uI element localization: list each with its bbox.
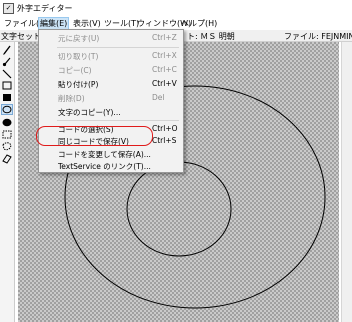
- menu-item-copy[interactable]: コピー(C) Ctrl+C: [39, 63, 183, 77]
- filled-rectangle-icon[interactable]: [1, 92, 13, 103]
- menu-view[interactable]: 表示(V): [71, 18, 103, 29]
- menu-bar: ファイル(F) 編集(E) 表示(V) ツール(T) ウィンドウ(W) ヘルプ(…: [0, 16, 352, 30]
- title-bar: ✓ 外字エディター: [0, 0, 352, 16]
- menu-item-cut[interactable]: 切り取り(T) Ctrl+X: [39, 49, 183, 63]
- app-icon: ✓: [3, 3, 14, 14]
- freeform-select-icon[interactable]: [1, 141, 13, 152]
- font-label: ト: ＭＳ 明朝: [187, 32, 235, 41]
- edit-menu-dropdown: 元に戻す(U) Ctrl+Z 切り取り(T) Ctrl+X コピー(C) Ctr…: [38, 29, 184, 173]
- menu-separator: [57, 47, 179, 48]
- rectangle-select-icon[interactable]: [1, 129, 13, 140]
- menu-separator: [57, 120, 179, 121]
- pencil-icon[interactable]: [1, 44, 13, 55]
- menu-item-undo[interactable]: 元に戻す(U) Ctrl+Z: [39, 31, 183, 45]
- highlight-annotation: [36, 126, 153, 146]
- menu-help[interactable]: ヘルプ(H): [179, 18, 219, 29]
- eraser-icon[interactable]: [1, 153, 13, 164]
- menu-item-paste[interactable]: 貼り付け(P) Ctrl+V: [39, 77, 183, 91]
- window-title: 外字エディター: [17, 4, 73, 13]
- menu-item-textservice-link[interactable]: TextService のリンク(T)...: [39, 159, 183, 173]
- line-icon[interactable]: [1, 68, 13, 79]
- filled-ellipse-icon[interactable]: [1, 117, 13, 128]
- hollow-rectangle-icon[interactable]: [1, 80, 13, 91]
- brush-icon[interactable]: [1, 56, 13, 67]
- file-label: ファイル: FEJNMIN4: [284, 32, 352, 41]
- vertical-scrollbar[interactable]: [341, 42, 352, 322]
- menu-item-delete[interactable]: 削除(D) Del: [39, 91, 183, 105]
- hollow-ellipse-icon[interactable]: [1, 104, 13, 115]
- menu-item-copy-character[interactable]: 文字のコピー(Y)...: [39, 105, 183, 119]
- toolbox: [0, 42, 15, 322]
